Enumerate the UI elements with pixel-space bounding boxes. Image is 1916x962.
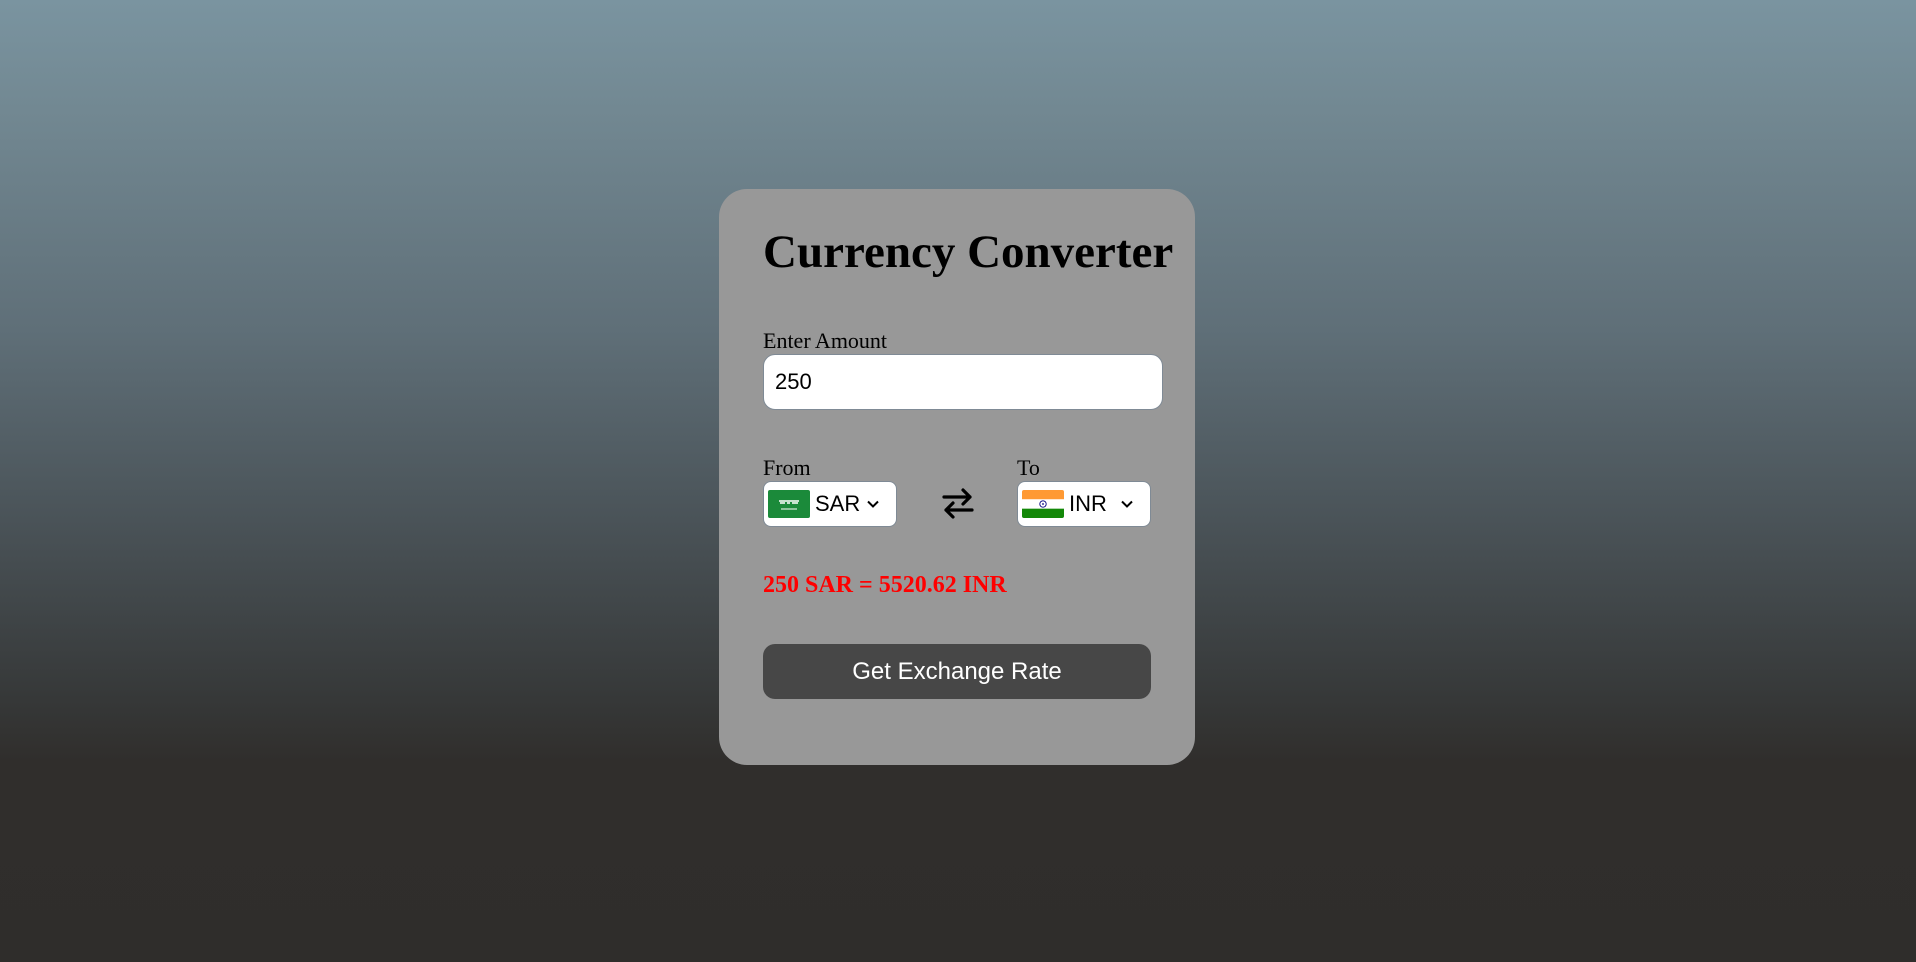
swap-currencies-button[interactable] [939, 483, 977, 523]
amount-label: Enter Amount [763, 328, 888, 353]
to-currency-code: INR [1069, 491, 1107, 516]
from-currency-select[interactable]: SAR [763, 481, 897, 527]
to-label: To [1017, 455, 1040, 480]
converter-card: Currency Converter Enter Amount From SAR… [719, 189, 1195, 765]
page-title: Currency Converter [763, 226, 1174, 278]
from-label: From [763, 455, 811, 480]
swap-arrows-icon [942, 488, 974, 519]
get-exchange-rate-button[interactable]: Get Exchange Rate [763, 644, 1151, 699]
saudi-arabia-flag-icon [768, 490, 810, 518]
to-currency-select[interactable]: INR [1017, 481, 1151, 527]
exchange-result: 250 SAR = 5520.62 INR [763, 572, 1007, 598]
amount-input[interactable] [763, 354, 1163, 410]
chevron-down-icon [867, 500, 879, 508]
india-flag-icon [1022, 490, 1064, 518]
chevron-down-icon [1121, 500, 1133, 508]
from-currency-code: SAR [815, 491, 861, 516]
